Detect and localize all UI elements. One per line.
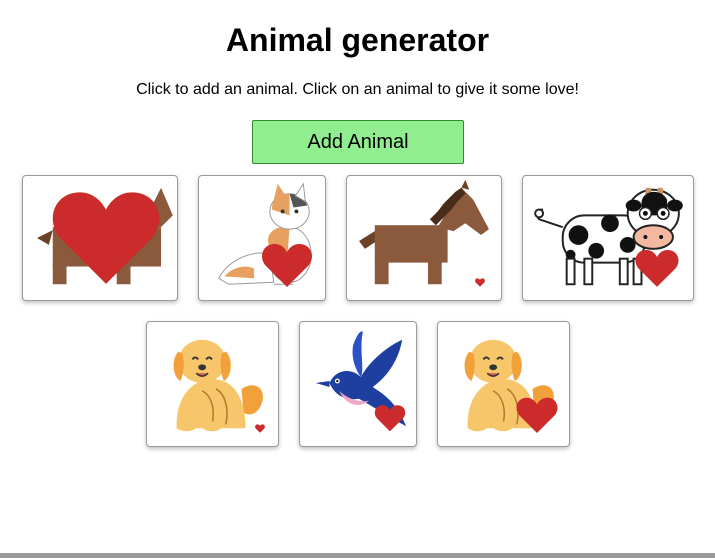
heart-icon	[374, 405, 406, 432]
page-title: Animal generator	[225, 22, 490, 58]
animal-card-cat[interactable]	[198, 175, 326, 301]
add-animal-button[interactable]: Add Animal	[252, 120, 464, 164]
animal-card-bird[interactable]	[299, 321, 417, 447]
heart-icon	[475, 278, 485, 287]
instructions-text: Click to add an animal. Click on an anim…	[136, 81, 579, 98]
heart-icon	[52, 192, 160, 284]
animal-card-dog[interactable]	[437, 321, 570, 447]
animal-card-cow[interactable]	[522, 175, 694, 301]
heart-icon	[262, 244, 312, 287]
bottom-divider	[0, 553, 715, 558]
heart-icon	[255, 424, 265, 433]
heart-icon	[516, 397, 558, 434]
animal-card-dog[interactable]	[146, 321, 279, 447]
animal-card-horse[interactable]	[22, 175, 178, 301]
heart-icon	[635, 249, 679, 287]
animal-card-horse[interactable]	[346, 175, 502, 301]
